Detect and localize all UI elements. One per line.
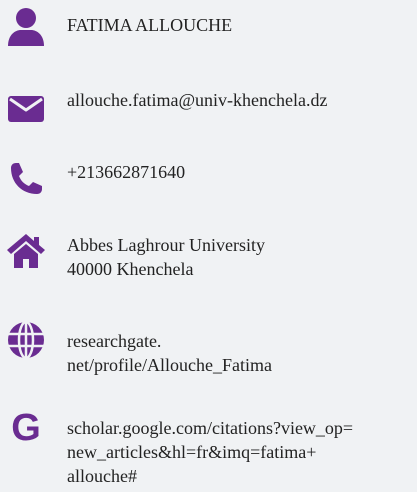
contact-address: Abbes Laghrour University 40000 Khenchel… bbox=[67, 235, 265, 279]
contact-email[interactable]: allouche.fatima@univ-khenchela.dz bbox=[67, 88, 412, 112]
globe-icon bbox=[6, 320, 46, 360]
contact-researchgate-link[interactable]: researchgate. net/profile/Allouche_Fatim… bbox=[67, 329, 412, 377]
contact-phone[interactable]: +213662871640 bbox=[67, 160, 412, 184]
contact-list: FATIMA ALLOUCHE allouche.fatima@univ-khe… bbox=[0, 0, 417, 492]
google-icon: G bbox=[6, 408, 46, 448]
envelope-icon bbox=[6, 88, 46, 128]
contact-scholar-link[interactable]: scholar.google.com/citations?view_op= ne… bbox=[67, 416, 412, 488]
google-glyph: G bbox=[11, 407, 41, 449]
home-icon bbox=[6, 231, 46, 271]
user-icon bbox=[6, 6, 46, 46]
contact-name: FATIMA ALLOUCHE bbox=[67, 15, 233, 35]
phone-icon bbox=[6, 159, 46, 199]
